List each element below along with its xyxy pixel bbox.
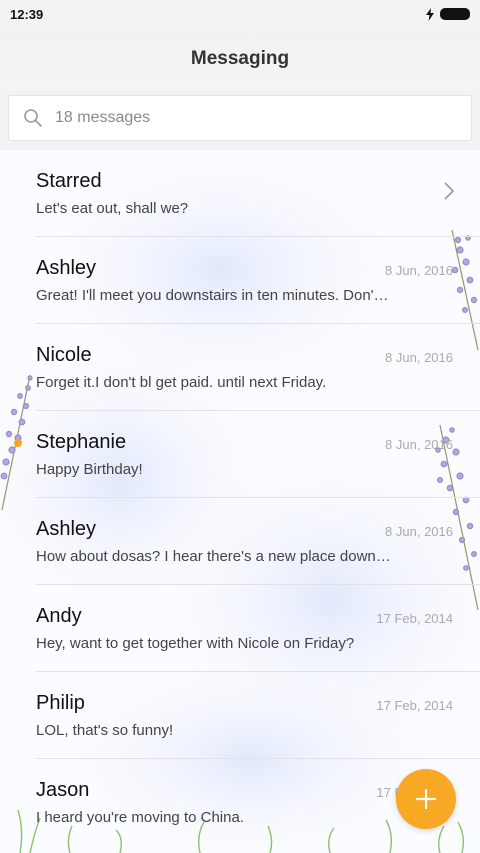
search-placeholder: 18 messages (55, 109, 151, 126)
conversation-name: Ashley (36, 518, 97, 540)
conversation-name: Philip (36, 692, 85, 714)
conversation-list[interactable]: Starred Let's eat out, shall we? Ashley … (0, 150, 480, 853)
status-time: 12:39 (10, 6, 44, 22)
battery-icon (440, 8, 470, 20)
conversation-name: Andy (36, 605, 82, 627)
app-header: Messaging (0, 28, 480, 90)
list-item[interactable]: Stephanie 8 Jun, 2016 Happy Birthday! (0, 411, 480, 498)
conversation-preview: Forget it.I don't bl get paid. until nex… (36, 374, 327, 391)
conversation-preview: Great! I'll meet you downstairs in ten m… (36, 287, 391, 304)
unread-indicator (14, 439, 22, 447)
plus-icon (415, 788, 437, 810)
list-item[interactable]: Philip 17 Feb, 2014 LOL, that's so funny… (0, 672, 480, 759)
conversation-preview: How about dosas? I hear there's a new pl… (36, 548, 391, 565)
conversation-name: Stephanie (36, 431, 127, 453)
search-input[interactable]: 18 messages (8, 95, 472, 141)
conversation-preview: I heard you're moving to China. (36, 809, 244, 826)
conversation-date: 8 Jun, 2016 (385, 350, 453, 365)
list-item-starred[interactable]: Starred Let's eat out, shall we? (0, 150, 480, 237)
list-item[interactable]: Andy 17 Feb, 2014 Hey, want to get toget… (0, 585, 480, 672)
page-title: Messaging (190, 48, 290, 69)
conversation-date: 17 Feb, 2014 (376, 698, 453, 713)
conversation-name: Jason (36, 779, 90, 801)
list-item[interactable]: Nicole 8 Jun, 2016 Forget it.I don't bl … (0, 324, 480, 411)
charging-icon (426, 7, 434, 21)
conversation-preview: Hey, want to get together with Nicole on… (36, 635, 355, 652)
status-bar: 12:39 (0, 0, 480, 28)
compose-button[interactable] (396, 769, 456, 829)
conversation-preview: Let's eat out, shall we? (36, 200, 189, 217)
chevron-right-icon (444, 182, 454, 200)
conversation-name: Ashley (36, 257, 97, 279)
conversation-date: 17 Feb, 2014 (376, 611, 453, 626)
conversation-date: 8 Jun, 2016 (385, 524, 453, 539)
conversation-date: 8 Jun, 2016 (385, 263, 453, 278)
list-item[interactable]: Ashley 8 Jun, 2016 How about dosas? I he… (0, 498, 480, 585)
status-icons (426, 7, 470, 21)
conversation-date: 8 Jun, 2016 (385, 437, 453, 452)
conversation-name: Starred (36, 170, 102, 192)
conversation-name: Nicole (36, 344, 92, 366)
conversation-preview: LOL, that's so funny! (36, 722, 174, 739)
list-item[interactable]: Ashley 8 Jun, 2016 Great! I'll meet you … (0, 237, 480, 324)
search-icon (24, 109, 42, 127)
conversation-preview: Happy Birthday! (36, 461, 143, 478)
